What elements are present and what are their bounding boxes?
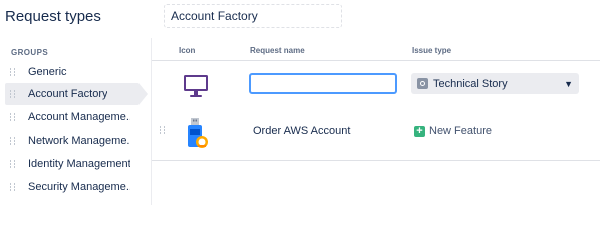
page-title: Request types [5,8,101,25]
drag-handle-icon[interactable] [10,68,19,76]
issue-type-select[interactable]: Technical Story ▼ [411,73,579,94]
chevron-down-icon: ▼ [564,78,573,89]
issue-type-selected: Technical Story [433,77,508,90]
groups-sidebar: GROUPS Generic Account Factory Account M… [0,38,152,205]
sidebar-item-account-management[interactable]: Account Manageme... [5,106,139,128]
usb-drive-icon [184,117,210,156]
sidebar-item-label: Network Manageme... [28,135,130,147]
sidebar-item-generic[interactable]: Generic [5,61,139,83]
sidebar-item-label: Security Manageme... [28,181,130,193]
drag-handle-icon[interactable] [10,113,19,121]
column-header-icon: Icon [179,46,196,55]
column-header-request-name: Request name [250,46,305,55]
drag-handle-icon[interactable] [10,90,19,98]
issue-type-new-feature: + New Feature [414,125,492,137]
group-name-field[interactable]: Account Factory [164,4,342,28]
sidebar-item-label: Identity Management [28,158,130,170]
row-drag-handle-icon[interactable] [160,126,165,134]
sidebar-item-label: Account Factory [28,88,108,100]
groups-heading: GROUPS [11,48,49,57]
drag-handle-icon[interactable] [10,160,19,168]
sidebar-item-security-management[interactable]: Security Manageme... [5,176,139,198]
drag-handle-icon[interactable] [10,183,19,191]
sidebar-item-account-factory[interactable]: Account Factory [5,83,139,105]
header-divider [152,60,600,61]
monitor-icon[interactable] [183,74,209,103]
column-header-issue-type: Issue type [412,46,452,55]
sidebar-item-label: Account Manageme... [28,111,130,123]
active-indicator [139,83,148,105]
technical-story-icon [417,78,428,89]
plus-icon: + [414,125,425,137]
request-name-input[interactable] [249,73,397,94]
issue-type-label: New Feature [429,125,492,137]
sidebar-item-identity-management[interactable]: Identity Management [5,153,139,175]
sidebar-item-label: Generic [28,66,67,78]
row-divider [152,160,600,161]
drag-handle-icon[interactable] [10,137,19,145]
sidebar-item-network-management[interactable]: Network Manageme... [5,130,139,152]
request-name-order-aws-account[interactable]: Order AWS Account [253,125,350,137]
